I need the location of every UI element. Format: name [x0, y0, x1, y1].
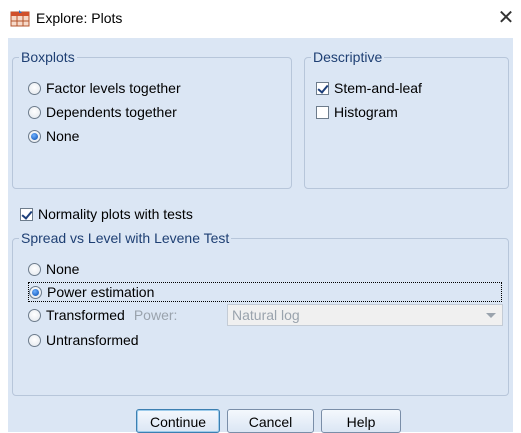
- radio-indicator[interactable]: [28, 333, 41, 347]
- descriptive-legend: Descriptive: [313, 49, 383, 65]
- normality-plots-checkbox[interactable]: Normality plots with tests: [20, 204, 193, 224]
- window-title: Explore: Plots: [36, 10, 123, 26]
- checkbox-indicator[interactable]: [20, 207, 33, 221]
- boxplots-dependents-radio[interactable]: Dependents together: [28, 102, 177, 122]
- radio-label: Power estimation: [47, 284, 155, 300]
- power-estimation-radio[interactable]: Power estimation: [28, 282, 502, 302]
- radio-label: Transformed: [46, 307, 125, 323]
- radio-indicator[interactable]: [28, 308, 41, 322]
- radio-indicator[interactable]: [28, 105, 41, 119]
- power-select[interactable]: Natural log: [227, 304, 503, 326]
- close-button[interactable]: ✕: [494, 4, 518, 32]
- spss-table-icon: [10, 10, 30, 27]
- dialog-body: Boxplots Factor levels together Dependen…: [8, 38, 513, 433]
- transformed-radio[interactable]: Transformed Power:: [28, 305, 177, 325]
- checkbox-indicator[interactable]: [316, 81, 329, 95]
- radio-label: Untransformed: [46, 332, 139, 348]
- chevron-down-icon: [486, 313, 496, 318]
- histogram-checkbox[interactable]: Histogram: [316, 102, 398, 122]
- checkbox-label: Histogram: [334, 104, 398, 120]
- title-bar: Explore: Plots ✕: [0, 0, 521, 38]
- checkbox-indicator[interactable]: [316, 105, 329, 119]
- continue-button[interactable]: Continue: [136, 409, 220, 433]
- radio-indicator[interactable]: [28, 81, 41, 95]
- radio-label: None: [46, 261, 80, 277]
- boxplots-legend: Boxplots: [21, 49, 75, 65]
- spread-none-radio[interactable]: None: [28, 259, 79, 279]
- stem-and-leaf-checkbox[interactable]: Stem-and-leaf: [316, 78, 422, 98]
- power-label: Power:: [133, 307, 178, 323]
- untransformed-radio[interactable]: Untransformed: [28, 330, 139, 350]
- checkbox-label: Stem-and-leaf: [334, 80, 422, 96]
- boxplots-factor-levels-radio[interactable]: Factor levels together: [28, 78, 181, 98]
- spread-vs-level-legend: Spread vs Level with Levene Test: [21, 230, 230, 246]
- radio-label: Factor levels together: [46, 80, 181, 96]
- radio-label: None: [46, 128, 80, 144]
- radio-indicator[interactable]: [28, 129, 41, 143]
- close-icon: ✕: [497, 7, 515, 29]
- radio-indicator[interactable]: [29, 285, 42, 299]
- radio-label: Dependents together: [46, 104, 177, 120]
- radio-indicator[interactable]: [28, 262, 41, 276]
- boxplots-none-radio[interactable]: None: [28, 126, 79, 146]
- power-select-value: Natural log: [232, 307, 300, 323]
- cancel-button[interactable]: Cancel: [227, 409, 314, 433]
- help-button[interactable]: Help: [321, 409, 401, 433]
- checkbox-label: Normality plots with tests: [38, 206, 193, 222]
